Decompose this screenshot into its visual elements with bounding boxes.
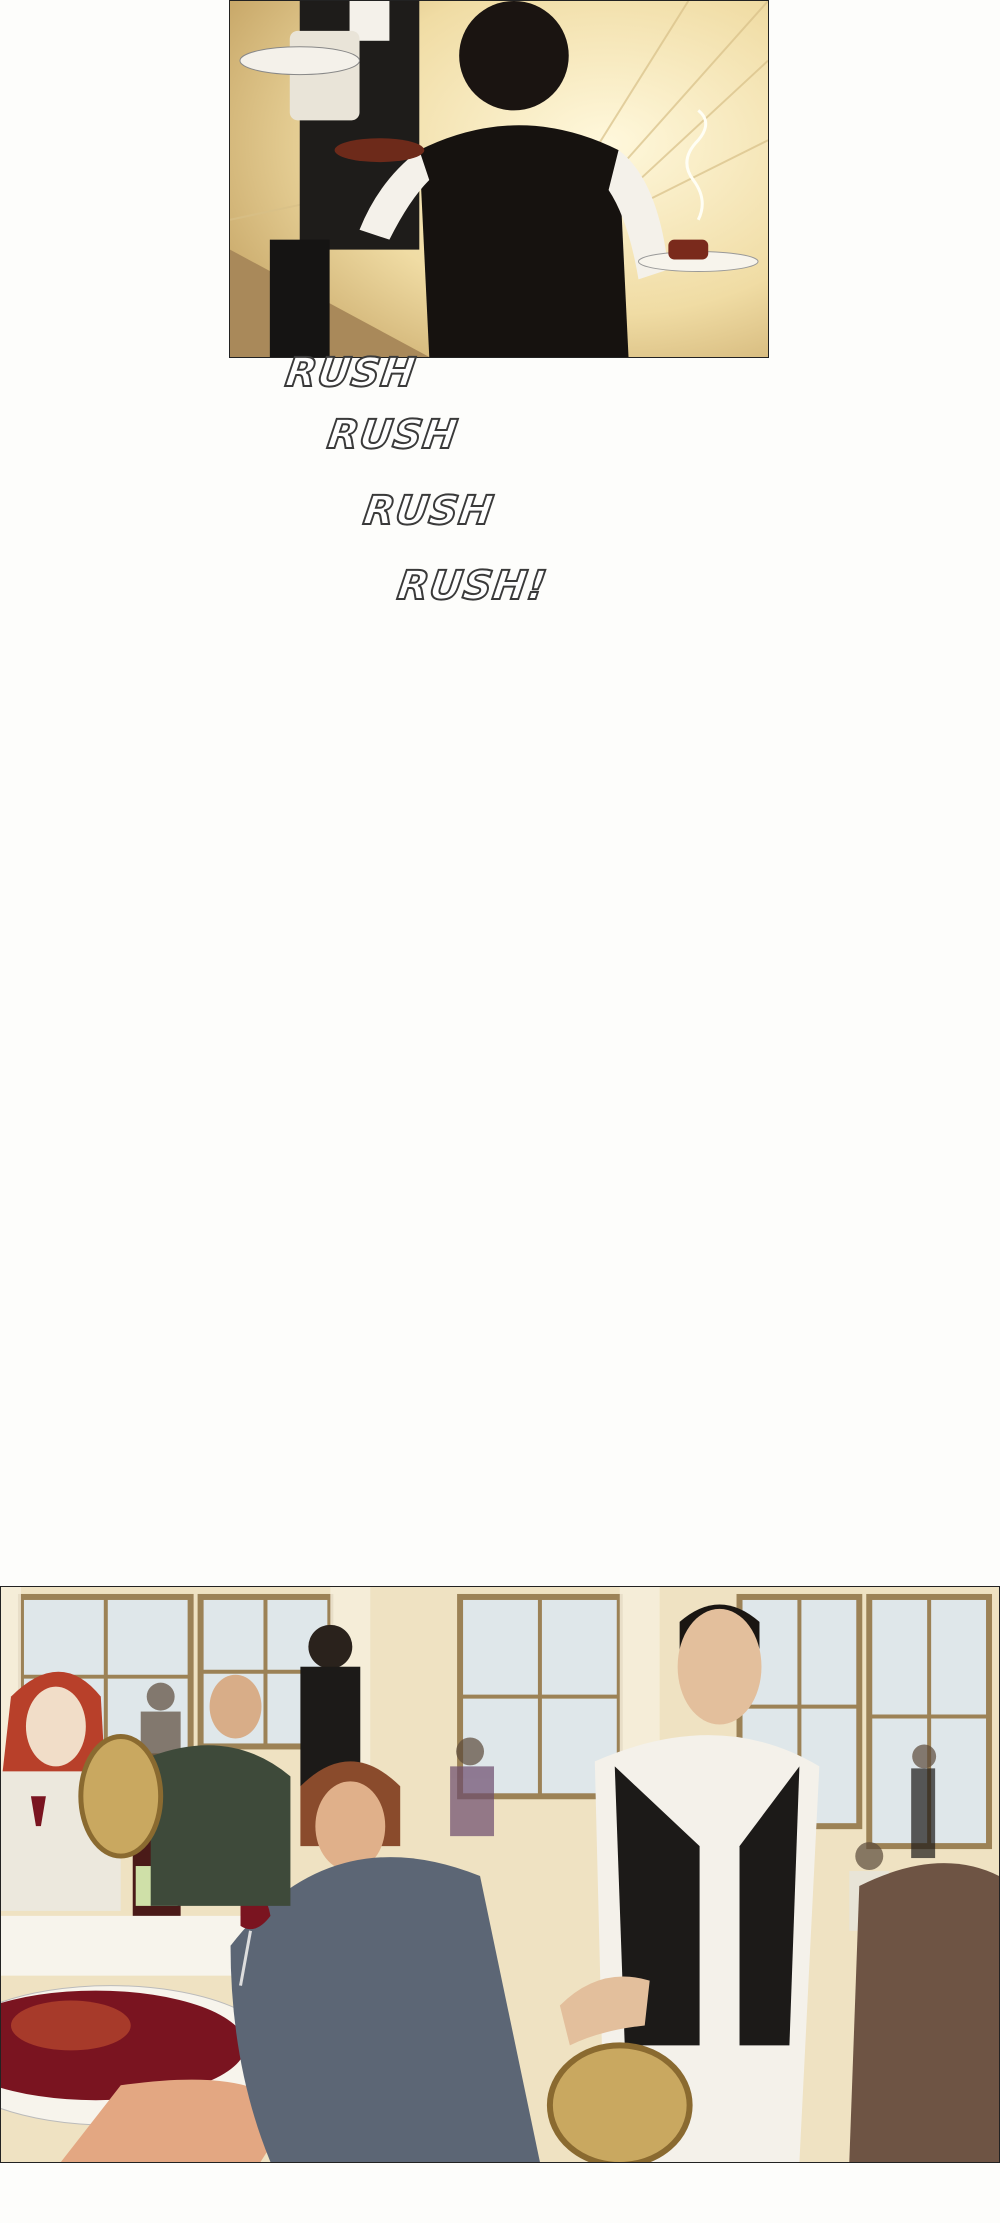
rush-sfx: RUSH: [324, 411, 462, 459]
restaurant-scene-illustration: [1, 1587, 999, 2162]
top-comic-panel: [229, 0, 769, 358]
waiters-rushing-illustration: [230, 1, 768, 357]
rush-sfx: RUSH!: [394, 562, 551, 610]
rush-sfx: RUSH: [282, 349, 420, 397]
rush-sfx: RUSH: [360, 487, 498, 535]
bottom-comic-panel: [0, 1586, 1000, 2163]
